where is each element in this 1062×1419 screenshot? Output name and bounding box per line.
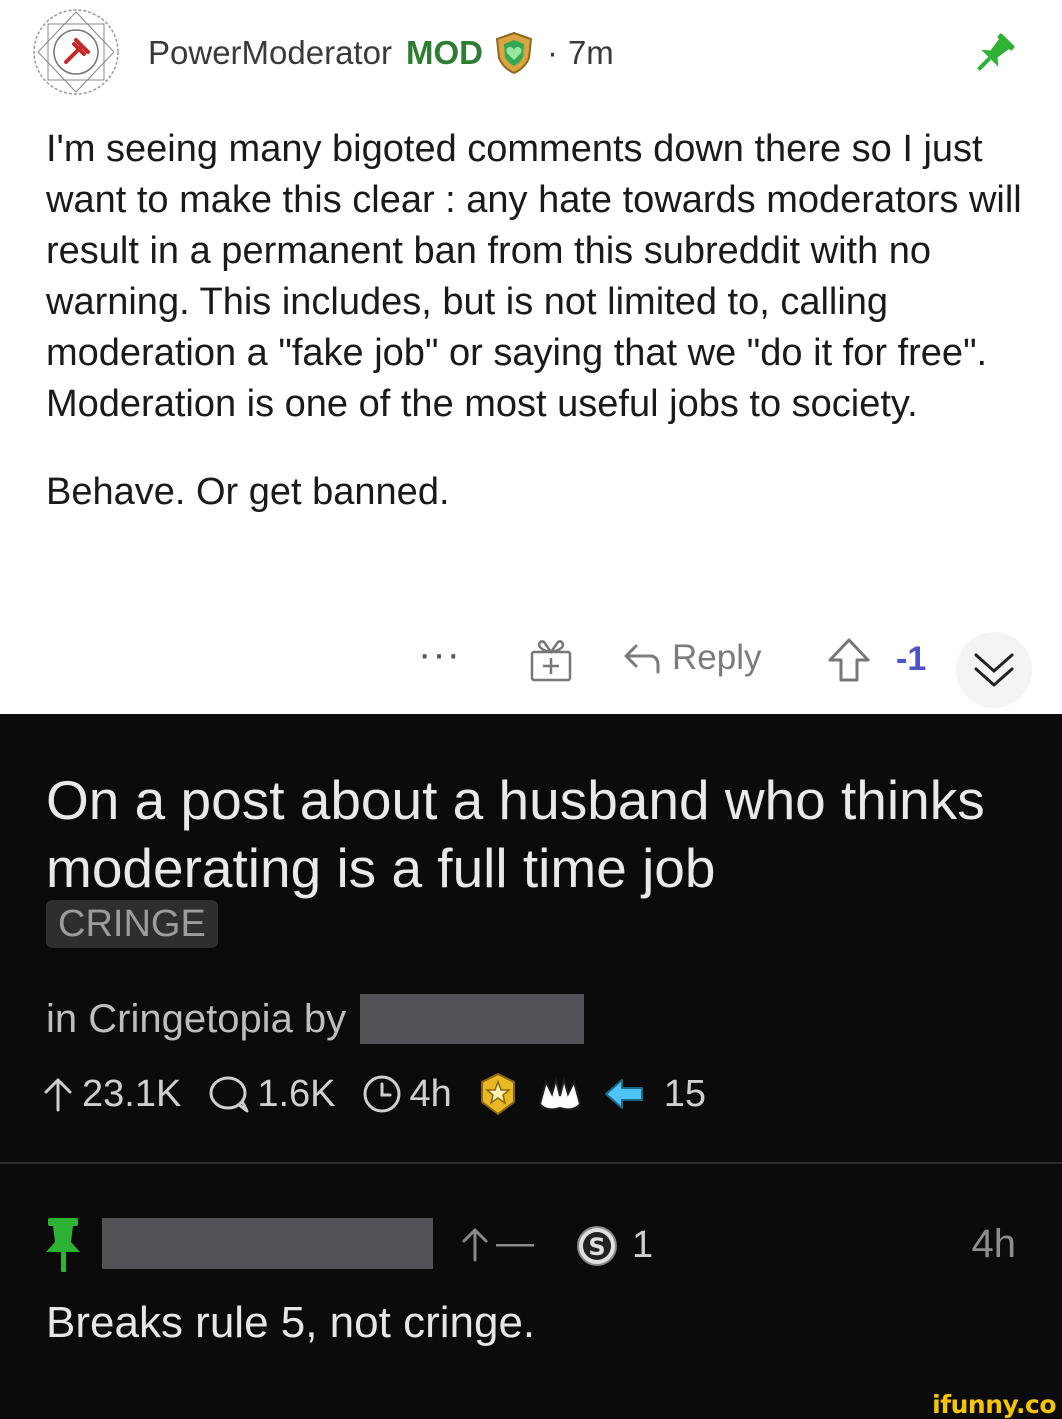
- reply-time: 4h: [971, 1222, 1017, 1266]
- subreddit-line[interactable]: in Cringetopia by: [46, 997, 346, 1042]
- reply-vote[interactable]: —: [458, 1222, 534, 1265]
- comment-value: 1.6K: [257, 1072, 336, 1115]
- upvote-count[interactable]: 23.1K: [40, 1073, 181, 1116]
- vote-placeholder: —: [496, 1222, 534, 1264]
- reply-awards[interactable]: S 1: [576, 1224, 653, 1267]
- reply-comment-text: Breaks rule 5, not cringe.: [46, 1298, 536, 1347]
- pinned-icon: [46, 1218, 80, 1272]
- pinned-icon: [977, 33, 1015, 71]
- section-divider: [0, 1162, 1062, 1164]
- post-stats: 23.1K 1.6K 4h 15: [40, 1066, 706, 1122]
- give-award-icon[interactable]: [528, 638, 574, 684]
- comment-body: I'm seeing many bigoted comments down th…: [46, 124, 1036, 518]
- age-value: 4h: [409, 1072, 452, 1115]
- gold-award-icon: [480, 1072, 515, 1116]
- downvote-button[interactable]: [956, 632, 1032, 708]
- silver-count: 1: [632, 1224, 654, 1266]
- shield-award-icon: [495, 31, 533, 75]
- up-arrow-icon: [462, 1228, 488, 1261]
- redacted-username: [102, 1218, 433, 1269]
- comment-actions: ··· Reply -1: [0, 628, 1062, 708]
- upvote-arrow-icon[interactable]: [826, 636, 872, 684]
- comment-time: 7m: [567, 34, 614, 71]
- post-flair[interactable]: CRINGE: [46, 900, 218, 948]
- take-my-energy-icon: [604, 1079, 643, 1109]
- ifunny-watermark: ifunny.co: [932, 1390, 1056, 1419]
- silver-award-icon: S: [577, 1225, 617, 1266]
- award-count: 15: [663, 1072, 707, 1115]
- wholesome-hands-icon: [538, 1076, 581, 1111]
- mod-badge: MOD: [405, 34, 483, 71]
- comment-score: -1: [896, 640, 927, 678]
- post-age: 4h: [361, 1072, 452, 1116]
- comment-paragraph: I'm seeing many bigoted comments down th…: [46, 128, 1022, 425]
- reply-button[interactable]: Reply: [620, 638, 761, 678]
- up-arrow-icon: [44, 1078, 72, 1112]
- moderator-avatar-icon[interactable]: [30, 6, 122, 98]
- comment-count[interactable]: 1.6K: [207, 1073, 335, 1116]
- reply-label: Reply: [672, 638, 762, 677]
- reply-arrow-icon: [624, 644, 660, 674]
- post-title[interactable]: On a post about a husband who thinks mod…: [46, 766, 1036, 902]
- chevron-down-icon: [974, 653, 1014, 687]
- comment-paragraph: Behave. Or get banned.: [46, 471, 450, 513]
- upvote-value: 23.1K: [82, 1072, 182, 1115]
- comment-header: PowerModerator MOD · 7m: [148, 30, 614, 76]
- post-source: in Cringetopia by: [46, 994, 585, 1044]
- post-awards[interactable]: 15: [478, 1072, 706, 1116]
- svg-text:S: S: [588, 1233, 605, 1261]
- comment-bubble-icon: [209, 1076, 249, 1113]
- clock-icon: [363, 1075, 401, 1113]
- redacted-username: [360, 994, 585, 1044]
- username[interactable]: PowerModerator: [148, 34, 392, 72]
- more-options-button[interactable]: ···: [418, 634, 461, 674]
- separator-dot: ·: [546, 34, 558, 71]
- mod-comment-card: PowerModerator MOD · 7m I'm seeing many …: [0, 0, 1062, 714]
